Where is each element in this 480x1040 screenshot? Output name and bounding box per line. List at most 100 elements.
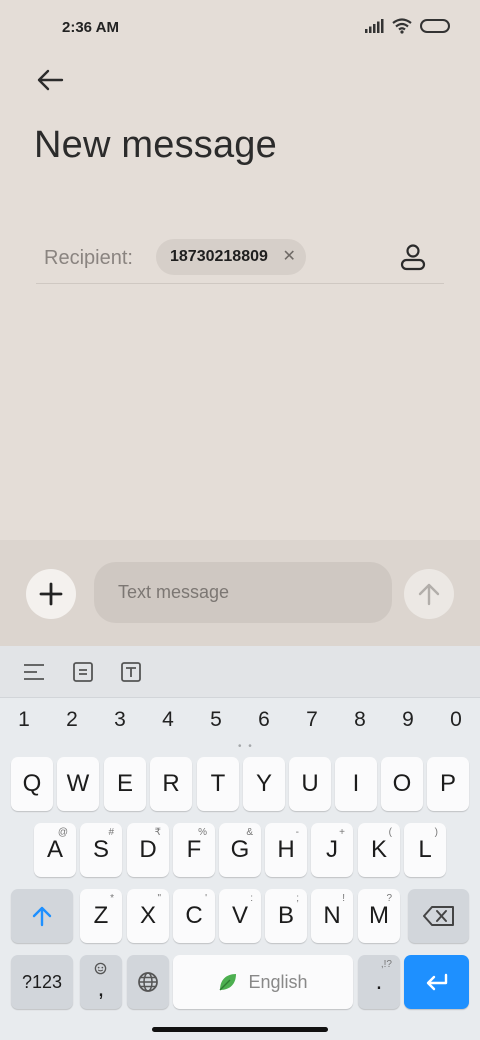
emoji-icon: [94, 962, 107, 975]
key-e[interactable]: E: [104, 757, 146, 811]
key-x[interactable]: " X: [127, 889, 169, 943]
key-c[interactable]: ' C: [173, 889, 215, 943]
key-s-label: S: [92, 836, 109, 863]
battery-icon: [420, 19, 450, 33]
key-v[interactable]: :V: [219, 889, 261, 943]
status-time: 2:36 AM: [62, 19, 119, 36]
period-alt: ,!?: [380, 959, 392, 970]
key-l-alt: ): [434, 827, 438, 838]
shift-key[interactable]: [11, 889, 73, 943]
key-t[interactable]: T: [197, 757, 239, 811]
key-a[interactable]: @ A: [34, 823, 76, 877]
recipient-label: Recipient:: [44, 247, 133, 269]
key-6[interactable]: 6: [244, 708, 284, 732]
key-g-alt: &: [246, 827, 253, 838]
key-b-alt: ;: [296, 893, 299, 904]
key-v-label: V: [231, 902, 248, 929]
key-n-alt: !: [342, 893, 345, 904]
back-arrow-icon: [37, 69, 64, 91]
send-button[interactable]: [404, 569, 454, 619]
space-key[interactable]: English: [173, 955, 353, 1009]
plus-icon: [39, 582, 63, 606]
key-f[interactable]: % F: [173, 823, 215, 877]
add-attachment-button[interactable]: [26, 569, 76, 619]
key-c-alt: ': [205, 893, 207, 904]
key-c-label: C: [185, 902, 203, 929]
key-k-alt: (: [388, 827, 392, 838]
backspace-key[interactable]: [408, 889, 469, 943]
key-5[interactable]: 5: [196, 708, 236, 732]
page-title: New message: [34, 124, 277, 166]
key-g[interactable]: & G: [219, 823, 261, 877]
signal-icon: [365, 19, 384, 33]
leaf-icon: [219, 974, 237, 991]
back-button[interactable]: [32, 62, 68, 98]
recipient-chip[interactable]: 18730218809 ✕: [156, 239, 306, 275]
key-j-alt: +: [339, 827, 345, 838]
key-2[interactable]: 2: [52, 708, 92, 732]
key-l[interactable]: ) L: [404, 823, 446, 877]
clipboard-icon[interactable]: [71, 660, 95, 684]
key-d-alt: ₹: [154, 827, 161, 838]
text-style-icon[interactable]: [119, 660, 143, 684]
key-m-label: M: [369, 902, 389, 929]
key-0[interactable]: 0: [436, 708, 476, 732]
key-p[interactable]: P: [427, 757, 469, 811]
language-key[interactable]: [127, 955, 169, 1009]
key-m[interactable]: ? M: [358, 889, 400, 943]
key-7[interactable]: 7: [292, 708, 332, 732]
key-4[interactable]: 4: [148, 708, 188, 732]
period-key[interactable]: ,!? .: [358, 955, 400, 1009]
key-h-alt: -: [295, 827, 299, 838]
key-d-label: D: [139, 836, 157, 863]
key-x-label: X: [139, 902, 156, 929]
message-input[interactable]: [94, 562, 392, 623]
key-3[interactable]: 3: [100, 708, 140, 732]
key-v-alt: :: [250, 893, 253, 904]
enter-key[interactable]: [404, 955, 469, 1009]
key-a-alt: @: [57, 827, 68, 838]
wifi-icon: [392, 18, 412, 34]
enter-icon: [426, 973, 447, 991]
key-i[interactable]: I: [335, 757, 377, 811]
key-h-label: H: [277, 836, 295, 863]
key-w[interactable]: W: [57, 757, 99, 811]
send-arrow-icon: [418, 583, 440, 606]
globe-icon: [138, 972, 158, 992]
text-align-icon[interactable]: [22, 660, 46, 684]
key-z-label: Z: [93, 902, 109, 929]
page-dots: • •: [238, 741, 254, 752]
key-j[interactable]: + J: [311, 823, 353, 877]
key-y[interactable]: Y: [243, 757, 285, 811]
navigation-handle[interactable]: [152, 1027, 328, 1032]
key-j-label: J: [326, 836, 338, 863]
key-9[interactable]: 9: [388, 708, 428, 732]
symbols-key[interactable]: ?123: [11, 955, 73, 1009]
contact-icon: [400, 244, 426, 271]
space-label: English: [248, 971, 308, 992]
key-u[interactable]: U: [289, 757, 331, 811]
comma-label: ,: [97, 975, 105, 1002]
key-s[interactable]: # S: [80, 823, 122, 877]
key-z[interactable]: * Z: [80, 889, 122, 943]
recipient-row[interactable]: Recipient: 18730218809 ✕: [36, 232, 444, 284]
key-q[interactable]: Q: [11, 757, 53, 811]
key-x-alt: ": [157, 893, 161, 904]
key-b[interactable]: ; B: [265, 889, 307, 943]
shift-arrow-icon: [32, 906, 52, 927]
compose-bar: [0, 540, 480, 646]
key-8[interactable]: 8: [340, 708, 380, 732]
chip-close-icon[interactable]: ✕: [282, 248, 295, 266]
key-h[interactable]: -H: [265, 823, 307, 877]
key-d[interactable]: ₹ D: [127, 823, 169, 877]
key-g-label: G: [230, 836, 250, 863]
key-o[interactable]: O: [381, 757, 423, 811]
comma-emoji-key[interactable]: ,: [80, 955, 122, 1009]
key-z-alt: *: [110, 893, 114, 904]
key-k[interactable]: (K: [358, 823, 400, 877]
key-n[interactable]: ! N: [311, 889, 353, 943]
key-n-label: N: [323, 902, 341, 929]
contact-picker-button[interactable]: [398, 242, 428, 272]
key-1[interactable]: 1: [4, 708, 44, 732]
key-r[interactable]: R: [150, 757, 192, 811]
